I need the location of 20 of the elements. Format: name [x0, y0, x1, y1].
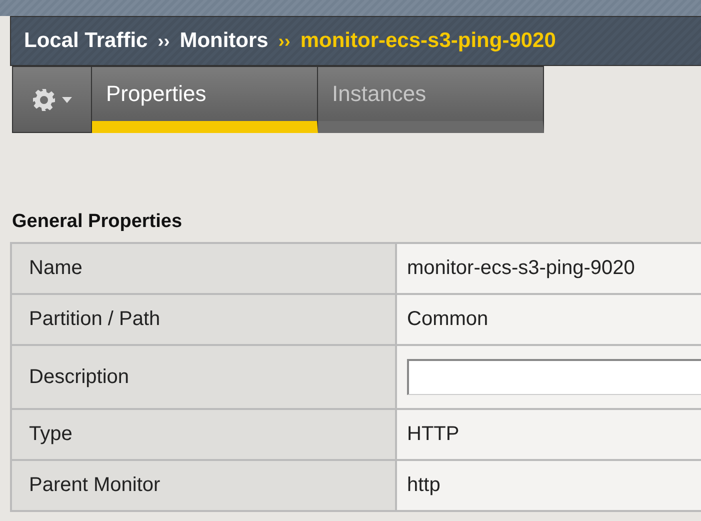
property-label: Description — [12, 346, 397, 410]
breadcrumb-separator: ›› — [278, 30, 290, 52]
settings-menu-button[interactable] — [12, 66, 92, 133]
breadcrumb-link[interactable]: Monitors — [180, 29, 268, 53]
property-label: Name — [12, 244, 397, 295]
property-label: Parent Monitor — [12, 461, 397, 512]
property-value: HTTP — [397, 410, 701, 461]
breadcrumb-current: monitor-ecs-s3-ping-9020 — [300, 29, 556, 53]
description-field[interactable] — [407, 359, 701, 395]
section-title: General Properties — [12, 211, 184, 233]
property-value: monitor-ecs-s3-ping-9020 — [397, 244, 701, 295]
breadcrumb-link[interactable]: Local Traffic — [24, 29, 148, 53]
gear-icon — [32, 88, 56, 112]
tab[interactable]: Properties — [92, 66, 318, 133]
property-label: Partition / Path — [12, 295, 397, 346]
property-value: http — [397, 461, 701, 512]
property-value: Common — [397, 295, 701, 346]
caret-icon — [62, 96, 72, 102]
property-label: Type — [12, 410, 397, 461]
breadcrumb-separator: ›› — [158, 30, 170, 52]
